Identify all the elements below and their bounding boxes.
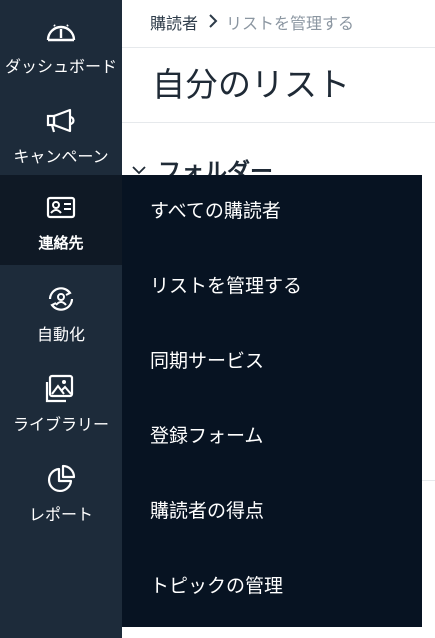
- menu-item-sync-services[interactable]: 同期サービス: [150, 346, 264, 376]
- automation-person-icon: [44, 284, 78, 314]
- page-title: 自分のリスト: [152, 65, 350, 104]
- sidebar-item-dashboard[interactable]: ダッシュボード: [0, 0, 122, 90]
- sidebar-item-contacts[interactable]: 連絡先: [0, 175, 122, 265]
- image-library-icon: [44, 374, 78, 404]
- header-divider: [122, 47, 435, 48]
- menu-item-all-subscribers[interactable]: すべての購読者: [150, 196, 281, 226]
- chevron-right-icon: [208, 13, 218, 32]
- sidebar-item-label: 自動化: [36, 325, 85, 344]
- sidebar-nav: ダッシュボード キャンペーン 連絡先 自動化 ライブラリー レポート: [0, 0, 122, 638]
- content-divider: [422, 480, 435, 481]
- menu-item-subscriber-scoring[interactable]: 購読者の得点: [150, 496, 264, 526]
- breadcrumb-current: リストを管理する: [226, 14, 355, 33]
- pie-chart-icon: [44, 464, 78, 494]
- breadcrumb-parent-link[interactable]: 購読者: [150, 10, 198, 34]
- dashboard-gauge-icon: [44, 16, 78, 46]
- sidebar-item-automation[interactable]: 自動化: [0, 268, 122, 358]
- sidebar-item-campaigns[interactable]: キャンペーン: [0, 90, 122, 180]
- contacts-flyout-menu: すべての購読者 リストを管理する 同期サービス 登録フォーム 購読者の得点 トピ…: [122, 175, 422, 627]
- menu-item-signup-forms[interactable]: 登録フォーム: [150, 421, 263, 451]
- contact-card-icon: [44, 195, 78, 225]
- menu-item-manage-lists[interactable]: リストを管理する: [150, 271, 302, 301]
- sidebar-item-label: 連絡先: [38, 234, 84, 252]
- sidebar-item-label: レポート: [28, 505, 93, 524]
- megaphone-icon: [44, 106, 78, 136]
- sidebar-item-label: キャンペーン: [13, 147, 109, 166]
- sidebar-item-library[interactable]: ライブラリー: [0, 358, 122, 448]
- sidebar-item-reports[interactable]: レポート: [0, 448, 122, 538]
- sidebar-item-label: ダッシュボード: [4, 57, 117, 76]
- page-background-strip: [422, 175, 435, 638]
- menu-item-manage-topics[interactable]: トピックの管理: [150, 571, 283, 601]
- sidebar-item-label: ライブラリー: [12, 415, 109, 434]
- breadcrumb: 購読者 リストを管理する: [150, 10, 354, 34]
- title-divider: [122, 122, 435, 123]
